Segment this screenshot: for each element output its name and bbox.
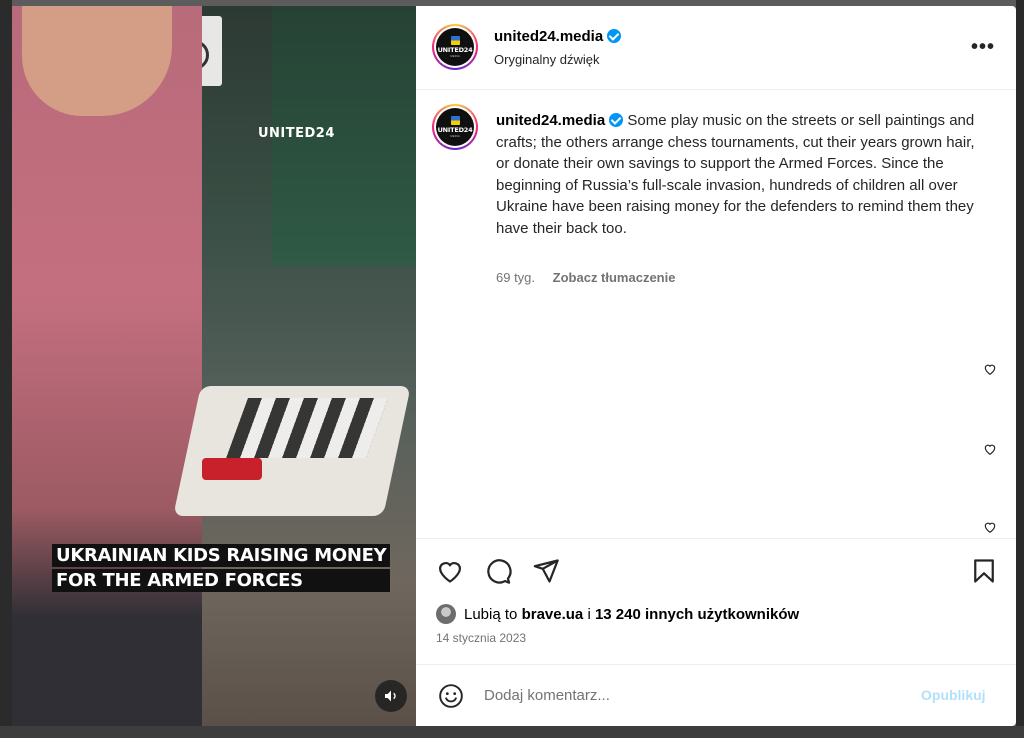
liker-username[interactable]: brave.ua [522,606,584,623]
post-date[interactable]: 14 stycznia 2023 [436,631,526,645]
avatar-brand: UNITED24 [437,126,473,134]
likes-summary[interactable]: Lubią to brave.ua i 13 240 innych użytko… [436,604,799,624]
bookmark-icon[interactable] [970,557,998,585]
speaker-icon [385,690,396,702]
liker-avatar[interactable] [436,604,456,624]
likes-joiner: i [587,605,591,623]
video-caption-line-1: UKRAINIAN KIDS RAISING MONEY [52,544,391,567]
ukraine-flag-icon [450,36,460,45]
comment-like-heart-icon[interactable] [983,362,997,376]
emoji-icon[interactable] [438,683,464,709]
audio-toggle-button[interactable] [375,680,407,712]
see-translation-button[interactable]: Zobacz tłumaczenie [553,270,676,285]
caption-text: Some play music on the streets or sell p… [496,112,975,237]
reel-video[interactable]: UNITED24 UKRAINIAN KIDS RAISING MONEY FO… [12,6,416,726]
avatar-brand: UNITED24 [437,46,473,54]
comment-input[interactable] [484,681,904,709]
avatar-sub: MEDIA [450,134,460,138]
audio-subtitle[interactable]: Oryginalny dźwięk [494,52,600,67]
header-username[interactable]: united24.media [494,28,622,45]
video-caption: UKRAINIAN KIDS RAISING MONEY FOR THE ARM… [52,544,391,592]
other-likers[interactable]: 13 240 innych użytkowników [595,606,799,623]
post-caption: united24.media Some play music on the st… [496,110,986,239]
comment-bar: Opublikuj [416,664,1016,726]
post-panel: UNITED24 MEDIA united24.media Oryginalny… [416,6,1016,726]
more-options-button[interactable]: ••• [971,36,995,59]
verified-badge-icon [607,29,622,43]
verified-badge-icon [609,113,624,127]
comment-like-heart-icon[interactable] [983,520,997,534]
avatar[interactable]: UNITED24 MEDIA [432,24,478,70]
likes-prefix: Lubią to [464,605,518,623]
video-caption-line-2: FOR THE ARMED FORCES [52,569,391,592]
header-username-text[interactable]: united24.media [494,28,603,45]
caption-username[interactable]: united24.media [496,112,605,129]
video-scene-checkerboard [226,398,388,458]
backdrop-bottom [0,726,1024,738]
avatar-sub: MEDIA [450,54,460,58]
ukraine-flag-icon [450,116,460,125]
post-age[interactable]: 69 tyg. [496,270,535,285]
caption-meta: 69 tyg. Zobacz tłumaczenie [496,270,675,285]
comment-icon[interactable] [484,557,512,585]
comment-like-heart-icon[interactable] [983,442,997,456]
backdrop-left [0,0,12,738]
backdrop-right [1016,0,1024,738]
comment-avatar[interactable]: UNITED24 MEDIA [432,104,478,150]
heart-icon[interactable] [436,557,464,585]
send-icon[interactable] [532,557,560,585]
post-header: UNITED24 MEDIA united24.media Oryginalny… [416,6,1016,90]
publish-button[interactable]: Opublikuj [921,687,986,703]
video-watermark: UNITED24 [258,126,335,141]
video-scene-red-box [202,458,262,480]
